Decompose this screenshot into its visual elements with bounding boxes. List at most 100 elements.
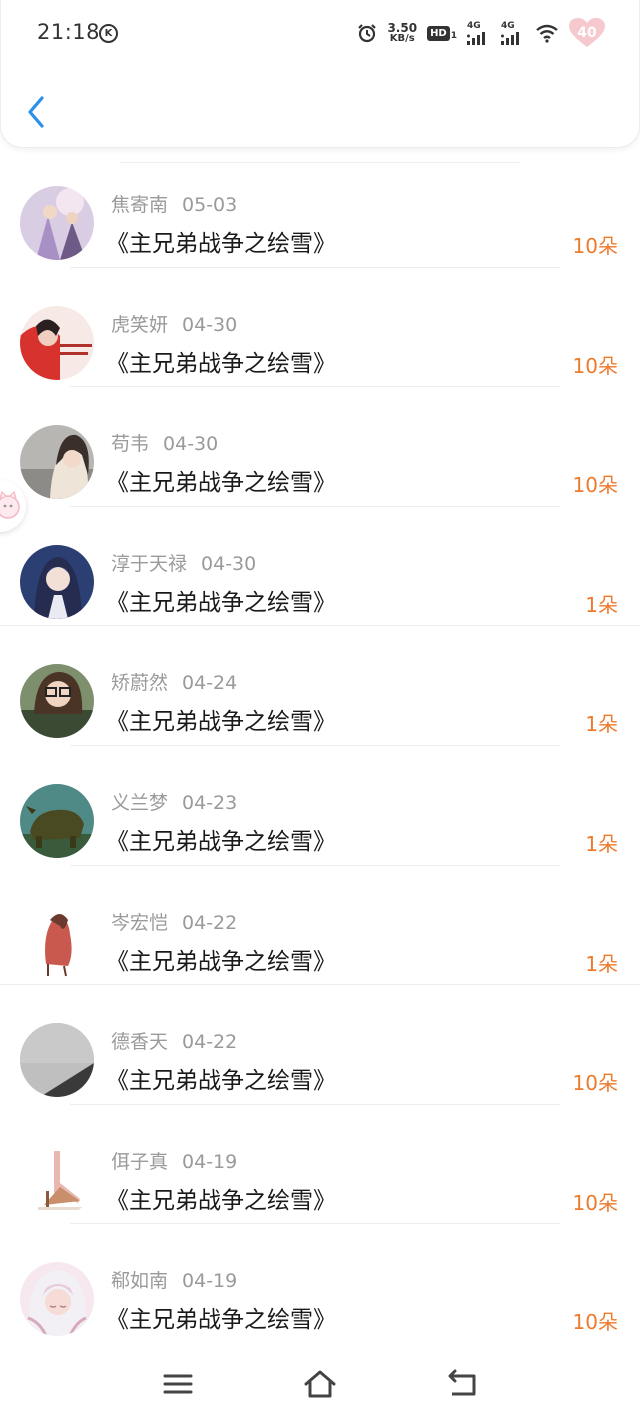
user-name: 淳于天禄 (111, 552, 188, 575)
status-time: 21:18 (37, 20, 101, 44)
item-date: 04-30 (201, 552, 257, 575)
item-meta: 佴子真 04-19 (111, 1147, 237, 1174)
gift-amount: 1朵 (585, 592, 618, 617)
item-date: 05-03 (182, 194, 238, 216)
list-item[interactable]: 苟韦 04-30 《主兄弟战争之绘雪》 10朵 (0, 387, 640, 507)
back-nav-button[interactable] (446, 1368, 478, 1400)
gift-amount: 1朵 (585, 831, 618, 856)
item-meta: 郗如南 04-19 (111, 1266, 237, 1293)
network-speed: 3.50 KB/s (387, 22, 417, 44)
avatar[interactable] (20, 1023, 94, 1098)
item-meta: 苟韦 04-30 (111, 429, 218, 456)
book-title: 《主兄弟战争之绘雪》 (106, 948, 336, 975)
item-meta: 矫蔚然 04-24 (111, 668, 237, 695)
item-date: 04-30 (163, 433, 219, 456)
avatar[interactable] (20, 186, 94, 260)
avatar[interactable] (20, 544, 94, 619)
list-item[interactable]: 焦寄南 05-03 《主兄弟战争之绘雪》 10朵 (0, 148, 640, 268)
item-meta: 淳于天禄 04-30 (111, 549, 256, 576)
gift-amount: 10朵 (572, 1190, 618, 1215)
book-title: 《主兄弟战争之绘雪》 (106, 1187, 336, 1214)
signal-bars (501, 31, 519, 45)
list-item[interactable]: 义兰梦 04-23 《主兄弟战争之绘雪》 1朵 (0, 746, 640, 866)
book-title: 《主兄弟战争之绘雪》 (106, 589, 336, 616)
battery-heart-icon: 40 (569, 18, 605, 48)
speed-unit: KB/s (389, 33, 415, 44)
top-app-bar: 21:18 K 3.50 KB/s HD 1 4G 4G 40 (0, 0, 640, 148)
back-nav-icon (448, 1369, 476, 1396)
floating-assistant-button[interactable] (0, 480, 26, 532)
user-name: 佴子真 (111, 1150, 169, 1173)
user-name: 焦寄南 (111, 194, 169, 216)
list-item[interactable]: 矫蔚然 04-24 《主兄弟战争之绘雪》 1朵 (0, 626, 640, 746)
k-circle-icon: K (99, 24, 118, 43)
gift-amount: 10朵 (572, 1310, 618, 1335)
item-date: 04-19 (182, 1150, 238, 1173)
item-date: 04-24 (182, 672, 238, 695)
network-type: 4G (467, 20, 481, 31)
item-meta: 岑宏恺 04-22 (111, 908, 237, 935)
chevron-left-icon (28, 96, 44, 128)
book-title: 《主兄弟战争之绘雪》 (106, 470, 336, 497)
book-title: 《主兄弟战争之绘雪》 (106, 709, 336, 736)
gift-amount: 1朵 (585, 712, 618, 737)
item-date: 04-30 (182, 313, 238, 336)
wifi-icon (536, 24, 558, 43)
system-nav-bar (0, 1350, 640, 1423)
book-title: 《主兄弟战争之绘雪》 (106, 231, 336, 257)
user-name: 义兰梦 (111, 791, 169, 814)
list-item[interactable]: 岑宏恺 04-22 《主兄弟战争之绘雪》 1朵 (0, 866, 640, 986)
user-name: 郗如南 (111, 1270, 169, 1293)
user-name: 德香天 (111, 1031, 169, 1054)
list-item[interactable]: 虎笑妍 04-30 《主兄弟战争之绘雪》 10朵 (0, 268, 640, 388)
item-meta: 德香天 04-22 (111, 1027, 237, 1054)
item-date: 04-22 (182, 1031, 238, 1054)
user-name: 岑宏恺 (111, 911, 169, 934)
item-date: 04-19 (182, 1270, 238, 1293)
status-icons: 3.50 KB/s HD 1 4G 4G 40 (357, 18, 605, 48)
user-name: 苟韦 (111, 433, 150, 456)
back-button[interactable] (23, 92, 51, 132)
home-button[interactable] (303, 1368, 336, 1400)
home-icon (304, 1370, 336, 1398)
book-title: 《主兄弟战争之绘雪》 (106, 1068, 336, 1095)
avatar[interactable] (20, 305, 94, 380)
battery-level: 40 (577, 25, 597, 41)
list-item[interactable]: 淳于天禄 04-30 《主兄弟战争之绘雪》 1朵 (0, 507, 640, 627)
gift-amount: 10朵 (572, 353, 618, 378)
gift-amount: 1朵 (585, 951, 618, 976)
item-meta: 义兰梦 04-23 (111, 788, 237, 815)
status-bar: 21:18 K 3.50 KB/s HD 1 4G 4G 40 (1, 0, 640, 66)
hd-sub: 1 (450, 30, 457, 41)
cat-face-icon (0, 490, 20, 519)
avatar[interactable] (20, 783, 94, 858)
item-meta: 焦寄南 05-03 (111, 190, 237, 217)
hd-icon: HD 1 (427, 25, 457, 41)
item-date: 04-23 (182, 791, 238, 814)
alarm-icon (358, 24, 377, 43)
book-title: 《主兄弟战争之绘雪》 (106, 350, 336, 377)
user-name: 矫蔚然 (111, 672, 169, 695)
item-date: 04-22 (182, 911, 238, 934)
user-name: 虎笑妍 (111, 313, 169, 336)
list-item[interactable]: 郗如南 04-19 《主兄弟战争之绘雪》 10朵 (0, 1224, 640, 1344)
avatar[interactable] (20, 425, 94, 500)
network-type: 4G (501, 20, 515, 31)
gift-amount: 10朵 (572, 473, 618, 498)
list-item[interactable]: 德香天 04-22 《主兄弟战争之绘雪》 10朵 (0, 985, 640, 1105)
menu-icon (163, 1374, 193, 1394)
list-item[interactable]: 佴子真 04-19 《主兄弟战争之绘雪》 10朵 (0, 1105, 640, 1225)
hd-label: HD (427, 25, 450, 41)
book-title: 《主兄弟战争之绘雪》 (106, 1307, 336, 1334)
avatar[interactable] (20, 1262, 94, 1337)
gift-list: 焦寄南 05-03 《主兄弟战争之绘雪》 10朵 虎笑妍 04-30 《主兄弟战争之… (0, 148, 640, 1344)
book-title: 《主兄弟战争之绘雪》 (106, 828, 336, 855)
avatar[interactable] (20, 1142, 94, 1217)
item-meta: 虎笑妍 04-30 (111, 310, 237, 337)
signal-icon: 4G (467, 20, 491, 45)
avatar[interactable] (20, 664, 94, 739)
avatar[interactable] (20, 903, 94, 978)
signal-icon: 4G (501, 20, 525, 45)
menu-button[interactable] (162, 1368, 194, 1400)
gift-amount: 10朵 (572, 1071, 618, 1096)
